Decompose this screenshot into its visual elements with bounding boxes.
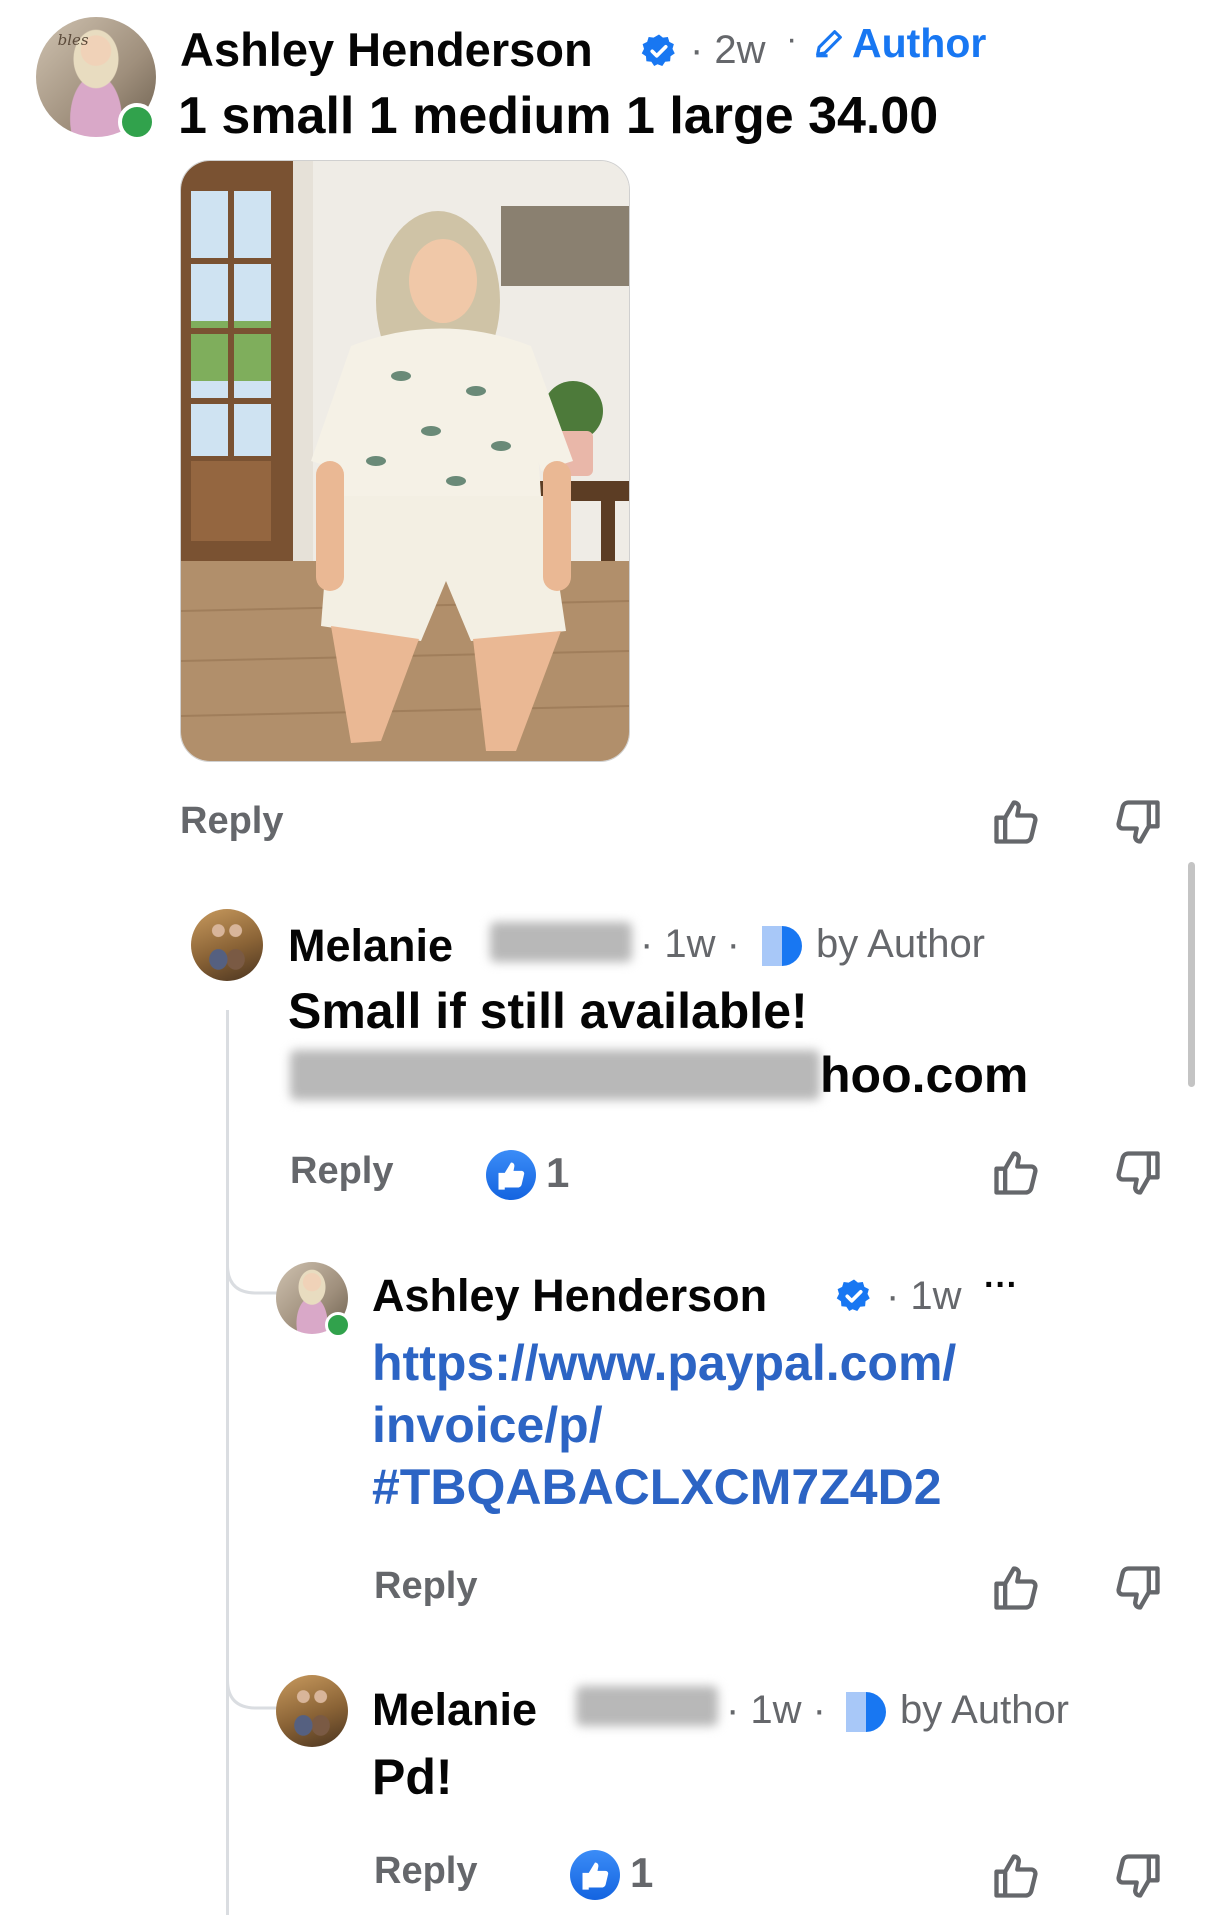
like-button-icon[interactable] bbox=[990, 796, 1042, 848]
more-options-icon[interactable]: ··· bbox=[984, 1266, 1018, 1305]
invoice-link-line1[interactable]: https://www.paypal.com/ bbox=[372, 1334, 956, 1392]
dislike-button-icon[interactable] bbox=[1112, 1147, 1164, 1199]
comment-author[interactable]: Melanie bbox=[372, 1684, 537, 1736]
scrollbar[interactable] bbox=[1188, 862, 1195, 1087]
dislike-button-icon[interactable] bbox=[1112, 796, 1164, 848]
redacted-name bbox=[490, 922, 632, 962]
like-count[interactable]: 1 bbox=[546, 1149, 569, 1197]
comment-time[interactable]: · 2w bbox=[690, 28, 766, 73]
liked-by-author-label: by Author bbox=[900, 1688, 1070, 1732]
author-liked-icon bbox=[762, 926, 802, 966]
reply-button[interactable]: Reply bbox=[180, 800, 283, 843]
verified-badge-icon bbox=[836, 1279, 870, 1311]
comment-text-line2: hoo.com bbox=[820, 1047, 1029, 1103]
comment-time[interactable]: · 1w · bbox=[726, 1688, 826, 1733]
dislike-button-icon[interactable] bbox=[1112, 1850, 1164, 1902]
avatar[interactable] bbox=[191, 909, 263, 981]
thread-line bbox=[226, 1010, 229, 1915]
redacted-email bbox=[290, 1050, 820, 1100]
like-button-icon[interactable] bbox=[990, 1147, 1042, 1199]
comment-author[interactable]: Ashley Henderson bbox=[372, 1270, 767, 1322]
comment-photo[interactable] bbox=[180, 160, 630, 762]
reply-button[interactable]: Reply bbox=[374, 1565, 477, 1608]
comment-text-line1: Small if still available! bbox=[288, 983, 808, 1039]
photo-illustration bbox=[181, 161, 629, 761]
comment-time[interactable]: · 1w bbox=[886, 1274, 962, 1319]
reply-button[interactable]: Reply bbox=[290, 1150, 393, 1193]
meta-dot: · bbox=[786, 20, 798, 58]
online-indicator bbox=[325, 1312, 351, 1338]
online-indicator bbox=[118, 103, 156, 141]
like-count[interactable]: 1 bbox=[630, 1849, 653, 1897]
verified-badge-icon bbox=[641, 34, 675, 66]
redacted-name bbox=[576, 1686, 718, 1726]
like-button-icon[interactable] bbox=[990, 1562, 1042, 1614]
author-badge: Author bbox=[852, 20, 987, 66]
avatar[interactable] bbox=[276, 1675, 348, 1747]
like-reaction-icon[interactable] bbox=[570, 1850, 620, 1900]
comment-text: Pd! bbox=[372, 1749, 453, 1805]
avatar-caption: bles bbox=[57, 31, 89, 50]
comment-author[interactable]: Ashley Henderson bbox=[180, 22, 593, 77]
invoice-link-line2[interactable]: invoice/p/ bbox=[372, 1396, 603, 1454]
liked-by-author-label: by Author bbox=[816, 922, 986, 966]
comment-author[interactable]: Melanie bbox=[288, 920, 453, 972]
like-reaction-icon[interactable] bbox=[486, 1150, 536, 1200]
reply-button[interactable]: Reply bbox=[374, 1850, 477, 1893]
author-liked-icon bbox=[846, 1692, 886, 1732]
comment-text: 1 small 1 medium 1 large 34.00 bbox=[178, 87, 939, 145]
comment-time[interactable]: · 1w · bbox=[640, 922, 740, 967]
pencil-icon bbox=[816, 30, 842, 58]
dislike-button-icon[interactable] bbox=[1112, 1562, 1164, 1614]
like-button-icon[interactable] bbox=[990, 1850, 1042, 1902]
invoice-link-line3[interactable]: #TBQABACLXCM7Z4D2 bbox=[372, 1458, 942, 1516]
